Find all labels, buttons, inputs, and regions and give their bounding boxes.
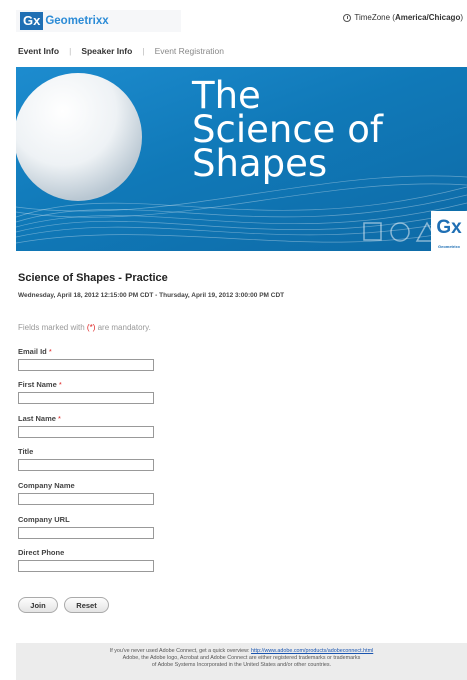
email-label-text: Email Id [18,347,47,356]
event-dates: Wednesday, April 18, 2012 12:15:00 PM CD… [18,292,285,299]
last-name-label-text: Last Name [18,414,56,423]
footer: If you've never used Adobe Connect, get … [16,643,467,680]
registration-page: Gx Geometrixx TimeZone (America/Chicago)… [0,0,467,680]
last-name-field-group: Last Name * [18,414,154,438]
email-label: Email Id * [18,347,154,359]
required-star: * [58,414,61,423]
title-label: Title [18,447,34,456]
event-nav: Event Info | Speaker Info | Event Regist… [18,46,224,56]
logo-badge: Gx [20,12,44,30]
nav-speaker-info[interactable]: Speaker Info [81,46,132,56]
nav-event-registration[interactable]: Event Registration [155,46,224,56]
clock-icon [343,13,352,22]
sphere-graphic [16,73,142,201]
company-url-input[interactable] [18,527,154,539]
company-url-field-group: Company URL [18,515,154,539]
last-name-label: Last Name * [18,414,154,426]
email-input[interactable] [18,359,154,371]
logo-text: Geometrixx [45,15,109,27]
required-star: * [58,380,62,389]
company-name-field-group: Company Name [18,481,154,505]
first-name-input[interactable] [18,392,154,404]
direct-phone-label: Direct Phone [18,548,65,557]
company-name-input[interactable] [18,493,154,505]
first-name-label: First Name * [18,380,154,392]
mandatory-note: Fields marked with (*) are mandatory. [18,323,151,332]
nav-event-info[interactable]: Event Info [18,46,59,56]
footer-overview-text: If you've never used Adobe Connect, get … [109,648,251,654]
footer-line-2: Adobe, the Adobe logo, Acrobat and Adobe… [122,655,361,661]
direct-phone-input[interactable] [18,560,154,572]
adobe-connect-link[interactable]: http://www.adobe.com/products/adobeconne… [251,648,373,654]
nav-separator: | [69,46,72,56]
footer-line-1: If you've never used Adobe Connect, get … [16,648,467,655]
join-button[interactable]: Join [18,597,58,613]
title-field-group: Title [18,447,154,471]
company-name-label: Company Name [18,481,75,490]
header: Gx Geometrixx TimeZone (America/Chicago) [0,0,467,40]
banner-logo-caption: Geometrixx [437,244,460,249]
timezone-prefix: TimeZone ( [354,13,395,22]
mandatory-note-prefix: Fields marked with [18,323,87,332]
last-name-input[interactable] [18,426,154,438]
first-name-field-group: First Name * [18,380,154,404]
mandatory-note-suffix: are mandatory. [95,323,151,332]
timezone-suffix: ) [460,13,463,22]
title-input[interactable] [18,459,154,471]
banner-title: The Science of Shapes [192,74,383,185]
timezone-value: America/Chicago [394,13,461,22]
email-field-group: Email Id * [18,347,154,371]
banner-logo-badge: Gx [436,217,462,238]
timezone-indicator: TimeZone (America/Chicago) [343,13,463,22]
company-url-label: Company URL [18,515,70,524]
first-name-label-text: First Name [18,380,57,389]
footer-line-3: of Adobe Systems Incorporated in the Uni… [151,662,332,668]
direct-phone-field-group: Direct Phone [18,548,154,572]
banner-logo: Gx Geometrixx [431,211,467,251]
event-banner: The Science of Shapes Gx Geometrixx [16,67,467,251]
geometrixx-logo[interactable]: Gx Geometrixx [16,10,181,32]
event-title: Science of Shapes - Practice [18,272,168,284]
required-star: * [48,347,52,356]
reset-button[interactable]: Reset [64,597,109,613]
nav-separator: | [142,46,145,56]
